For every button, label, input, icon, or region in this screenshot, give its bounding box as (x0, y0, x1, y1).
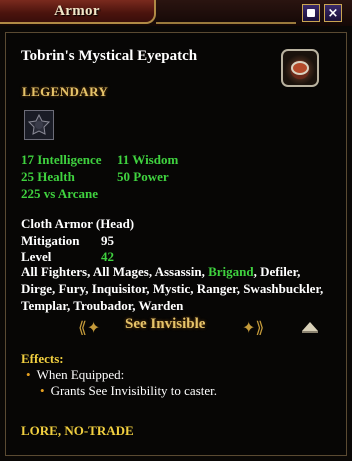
item-name: Tobrin's Mystical Eyepatch (21, 48, 198, 64)
effect-detail-text: Grants See Invisibility to caster. (50, 383, 218, 398)
mitigation-value: 95 (101, 233, 114, 248)
mitigation-label: Mitigation (21, 233, 80, 248)
item-examine-window: Armor × Tobrin's Mystical Eyepatch LEGEN… (0, 0, 352, 461)
pin-button[interactable] (302, 4, 320, 22)
adornment-slot-icon[interactable] (24, 110, 54, 140)
window-title: Armor (54, 2, 100, 19)
armor-type: Cloth Armor (Head) (21, 216, 135, 231)
class-list-part: All Fighters, All Mages, Assassin, (21, 264, 209, 279)
bullet-icon: • (40, 383, 45, 398)
tier-label: LEGENDARY (22, 84, 109, 99)
eyepatch-icon (281, 49, 319, 87)
left-flourish-icon: ⟪✦ (78, 318, 101, 337)
stat-power: 50 Power (117, 169, 169, 184)
scroll-up-arrow-icon[interactable] (302, 322, 318, 333)
class-list: All Fighters, All Mages, Assassin, Briga… (21, 263, 331, 314)
effect-banner: ⟪✦ See Invisible ✦⟫ (78, 316, 268, 337)
stat-wisdom: 11 Wisdom (117, 152, 179, 167)
effect-trigger-text: When Equipped: (36, 367, 125, 382)
stat-arcane-resist: 225 vs Arcane (21, 186, 99, 201)
effect-trigger: • When Equipped: (26, 367, 124, 383)
right-flourish-icon: ✦⟫ (242, 318, 265, 337)
stat-health: 25 Health (21, 169, 75, 184)
effects-heading: Effects: (21, 351, 64, 366)
effect-banner-text: See Invisible (125, 316, 206, 332)
title-bar[interactable]: Armor × (0, 0, 352, 26)
title-tab: Armor (0, 0, 156, 24)
close-button[interactable]: × (324, 4, 342, 22)
close-icon: × (327, 5, 339, 21)
title-divider (156, 22, 296, 24)
class-highlight: Brigand (208, 264, 254, 279)
effect-detail: • Grants See Invisibility to caster. (40, 383, 217, 399)
stat-intelligence: 17 Intelligence (21, 152, 102, 167)
item-flags: LORE, NO-TRADE (21, 423, 134, 438)
bullet-icon: • (26, 367, 31, 382)
pin-icon (307, 9, 315, 17)
